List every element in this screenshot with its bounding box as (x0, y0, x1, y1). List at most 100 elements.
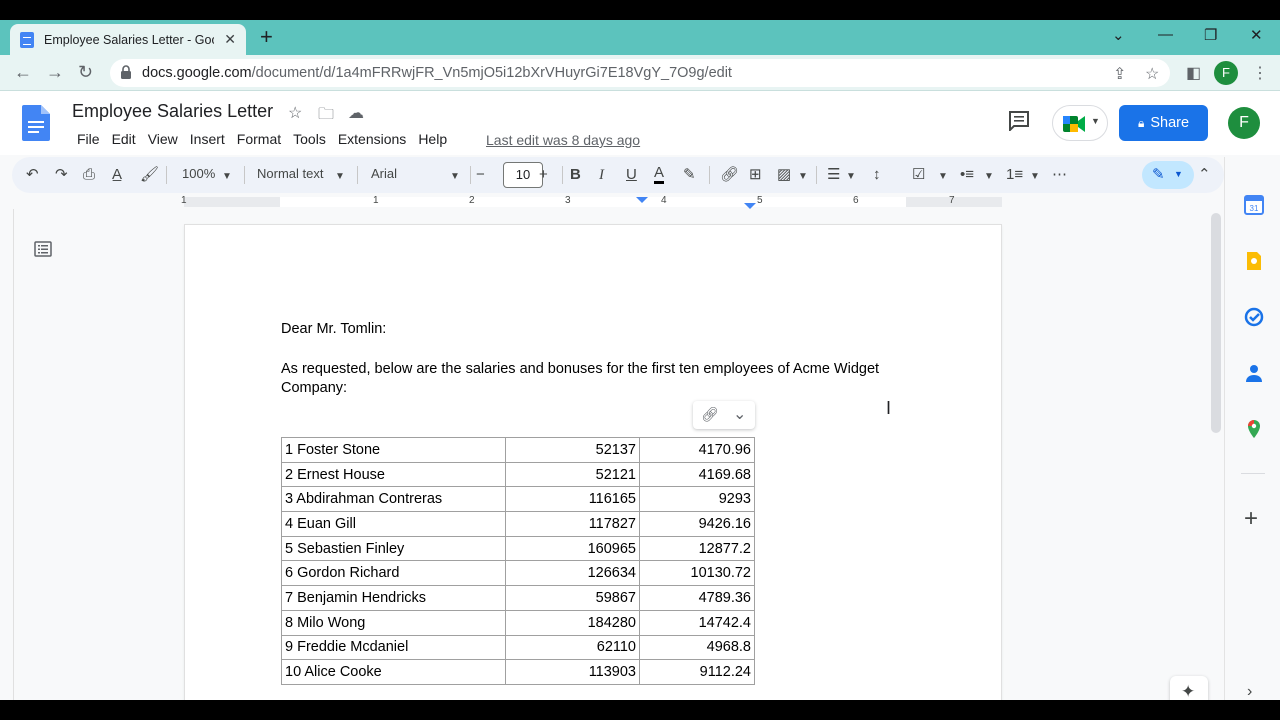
minimize-icon[interactable]: — (1158, 26, 1173, 43)
redo-icon[interactable]: ↷ (55, 165, 68, 185)
calendar-icon[interactable]: 31 (1244, 195, 1264, 215)
bonus-cell[interactable]: 9112.24 (639, 659, 755, 685)
table-row[interactable]: 1 Foster Stone 52137 4170.96 (281, 437, 755, 463)
smart-chip-toolbar[interactable]: 🔗︎ ⌄ (693, 401, 755, 429)
user-avatar[interactable]: F (1228, 107, 1260, 139)
employee-name-cell[interactable]: 6 Gordon Richard (281, 560, 506, 587)
salary-cell[interactable]: 116165 (505, 486, 640, 513)
insert-comment-icon[interactable]: ⊞ (749, 165, 762, 185)
zoom-dropdown-icon[interactable]: ▼ (222, 167, 232, 187)
contacts-icon[interactable] (1244, 363, 1264, 383)
salary-cell[interactable]: 184280 (505, 609, 640, 636)
style-dropdown-icon[interactable]: ▼ (335, 167, 345, 187)
font-dropdown-icon[interactable]: ▼ (450, 167, 460, 187)
editing-mode-button[interactable]: ✎ ▼ (1142, 161, 1194, 189)
font-size-input[interactable]: 10 (503, 162, 543, 188)
menu-format[interactable]: Format (231, 131, 287, 147)
numbered-list-icon[interactable]: 1≡ (1006, 165, 1023, 185)
bonus-cell[interactable]: 9293 (639, 486, 755, 513)
print-icon[interactable]: ⎙ (83, 165, 95, 185)
employee-name-cell[interactable]: 10 Alice Cooke (281, 659, 506, 685)
salary-cell[interactable]: 117827 (505, 511, 640, 537)
meet-button[interactable]: ▼ (1052, 105, 1108, 141)
table-row[interactable]: 9 Freddie Mcdaniel 62110 4968.8 (281, 634, 755, 661)
table-row[interactable]: 4 Euan Gill 117827 9426.16 (281, 511, 755, 537)
checklist-icon[interactable]: ☑ (912, 165, 925, 185)
table-row[interactable]: 3 Abdirahman Contreras 116165 9293 (281, 486, 755, 513)
highlight-color-icon[interactable]: ✎ (683, 165, 696, 185)
table-row[interactable]: 5 Sebastien Finley 160965 12877.2 (281, 535, 755, 562)
last-edit-link[interactable]: Last edit was 8 days ago (486, 132, 640, 148)
salary-cell[interactable]: 52121 (505, 461, 640, 488)
insert-image-icon[interactable]: ▨ (777, 165, 791, 185)
table-row[interactable]: 8 Milo Wong 184280 14742.4 (281, 609, 755, 636)
table-row[interactable]: 6 Gordon Richard 126634 10130.72 (281, 560, 755, 587)
table-row[interactable]: 10 Alice Cooke 113903 9112.24 (281, 659, 755, 685)
menu-view[interactable]: View (142, 131, 184, 147)
tab-close-icon[interactable]: ✕ (224, 31, 236, 48)
get-addons-plus-icon[interactable]: + (1244, 505, 1258, 533)
align-dropdown-icon[interactable]: ▼ (846, 167, 856, 187)
menu-file[interactable]: File (71, 131, 106, 147)
bullet-dropdown-icon[interactable]: ▼ (984, 167, 994, 187)
vertical-ruler[interactable] (0, 209, 14, 700)
share-page-icon[interactable]: ⇪ (1113, 64, 1126, 84)
employee-name-cell[interactable]: 4 Euan Gill (281, 511, 506, 537)
spellcheck-icon[interactable]: A̲ (112, 165, 122, 185)
italic-icon[interactable]: I (599, 165, 604, 185)
tab-search-chevron-icon[interactable]: ⌄ (1112, 26, 1125, 44)
new-tab-button[interactable]: + (260, 26, 273, 48)
cloud-status-icon[interactable]: ☁ (348, 103, 364, 123)
restore-icon[interactable]: ❐ (1204, 26, 1217, 44)
salary-cell[interactable]: 62110 (505, 634, 640, 661)
bonus-cell[interactable]: 4170.96 (639, 437, 755, 463)
table-row[interactable]: 2 Ernest House 52121 4169.68 (281, 461, 755, 488)
bonus-cell[interactable]: 4789.36 (639, 585, 755, 611)
bonus-cell[interactable]: 14742.4 (639, 609, 755, 636)
employee-name-cell[interactable]: 3 Abdirahman Contreras (281, 486, 506, 513)
move-folder-icon[interactable]: 🗀 (318, 103, 334, 130)
maps-icon[interactable] (1244, 419, 1264, 439)
share-button[interactable]: 🔒︎ Share (1119, 105, 1208, 141)
browser-menu-icon[interactable]: ⋮ (1252, 63, 1268, 83)
table-row[interactable]: 7 Benjamin Hendricks 59867 4789.36 (281, 585, 755, 611)
reload-icon[interactable]: ↻ (78, 62, 93, 83)
salary-cell[interactable]: 52137 (505, 437, 640, 463)
numbered-dropdown-icon[interactable]: ▼ (1030, 167, 1040, 187)
insert-link-icon[interactable]: 🔗︎ (720, 165, 739, 185)
url-bar[interactable]: docs.google.com/document/d/1a4mFRRwjFR_V… (110, 59, 1170, 87)
line-spacing-icon[interactable]: ↕ (873, 165, 881, 185)
employee-name-cell[interactable]: 7 Benjamin Hendricks (281, 585, 506, 611)
letter-greeting[interactable]: Dear Mr. Tomlin: (281, 321, 386, 337)
bonus-cell[interactable]: 9426.16 (639, 511, 755, 537)
document-page[interactable]: Dear Mr. Tomlin: As requested, below are… (185, 225, 1001, 700)
employee-name-cell[interactable]: 9 Freddie Mcdaniel (281, 634, 506, 661)
horizontal-ruler[interactable]: 1 1 2 3 4 5 6 7 (181, 195, 1002, 209)
employee-name-cell[interactable]: 8 Milo Wong (281, 609, 506, 636)
paint-format-icon[interactable]: 🖌︎ (140, 165, 159, 185)
employee-name-cell[interactable]: 5 Sebastien Finley (281, 535, 506, 562)
undo-icon[interactable]: ↶ (26, 165, 39, 185)
menu-tools[interactable]: Tools (287, 131, 332, 147)
bookmark-star-icon[interactable]: ☆ (1145, 64, 1159, 84)
forward-arrow-icon[interactable]: → (46, 62, 64, 83)
bonus-cell[interactable]: 12877.2 (639, 535, 755, 562)
bold-icon[interactable]: B (570, 165, 581, 185)
employee-name-cell[interactable]: 1 Foster Stone (281, 437, 506, 463)
side-panel-icon[interactable]: ◧ (1186, 63, 1201, 83)
increase-font-size-icon[interactable]: + (539, 165, 548, 185)
explore-button[interactable]: ✦ (1170, 676, 1208, 700)
text-color-icon[interactable]: A (654, 165, 665, 184)
bonus-cell[interactable]: 4169.68 (639, 461, 755, 488)
paragraph-style-select[interactable]: Normal text (257, 166, 323, 181)
salary-cell[interactable]: 113903 (505, 659, 640, 685)
bonus-cell[interactable]: 4968.8 (639, 634, 755, 661)
salary-table[interactable]: 1 Foster Stone 52137 4170.96 2 Ernest Ho… (281, 437, 755, 685)
bonus-cell[interactable]: 10130.72 (639, 560, 755, 587)
expand-panel-chevron-icon[interactable]: › (1247, 683, 1252, 700)
profile-avatar[interactable]: F (1214, 61, 1238, 85)
bulleted-list-icon[interactable]: •≡ (960, 165, 974, 185)
tasks-icon[interactable] (1244, 307, 1264, 327)
hide-menus-chevron-icon[interactable]: ⌃ (1198, 165, 1211, 185)
zoom-select[interactable]: 100% (182, 166, 215, 181)
